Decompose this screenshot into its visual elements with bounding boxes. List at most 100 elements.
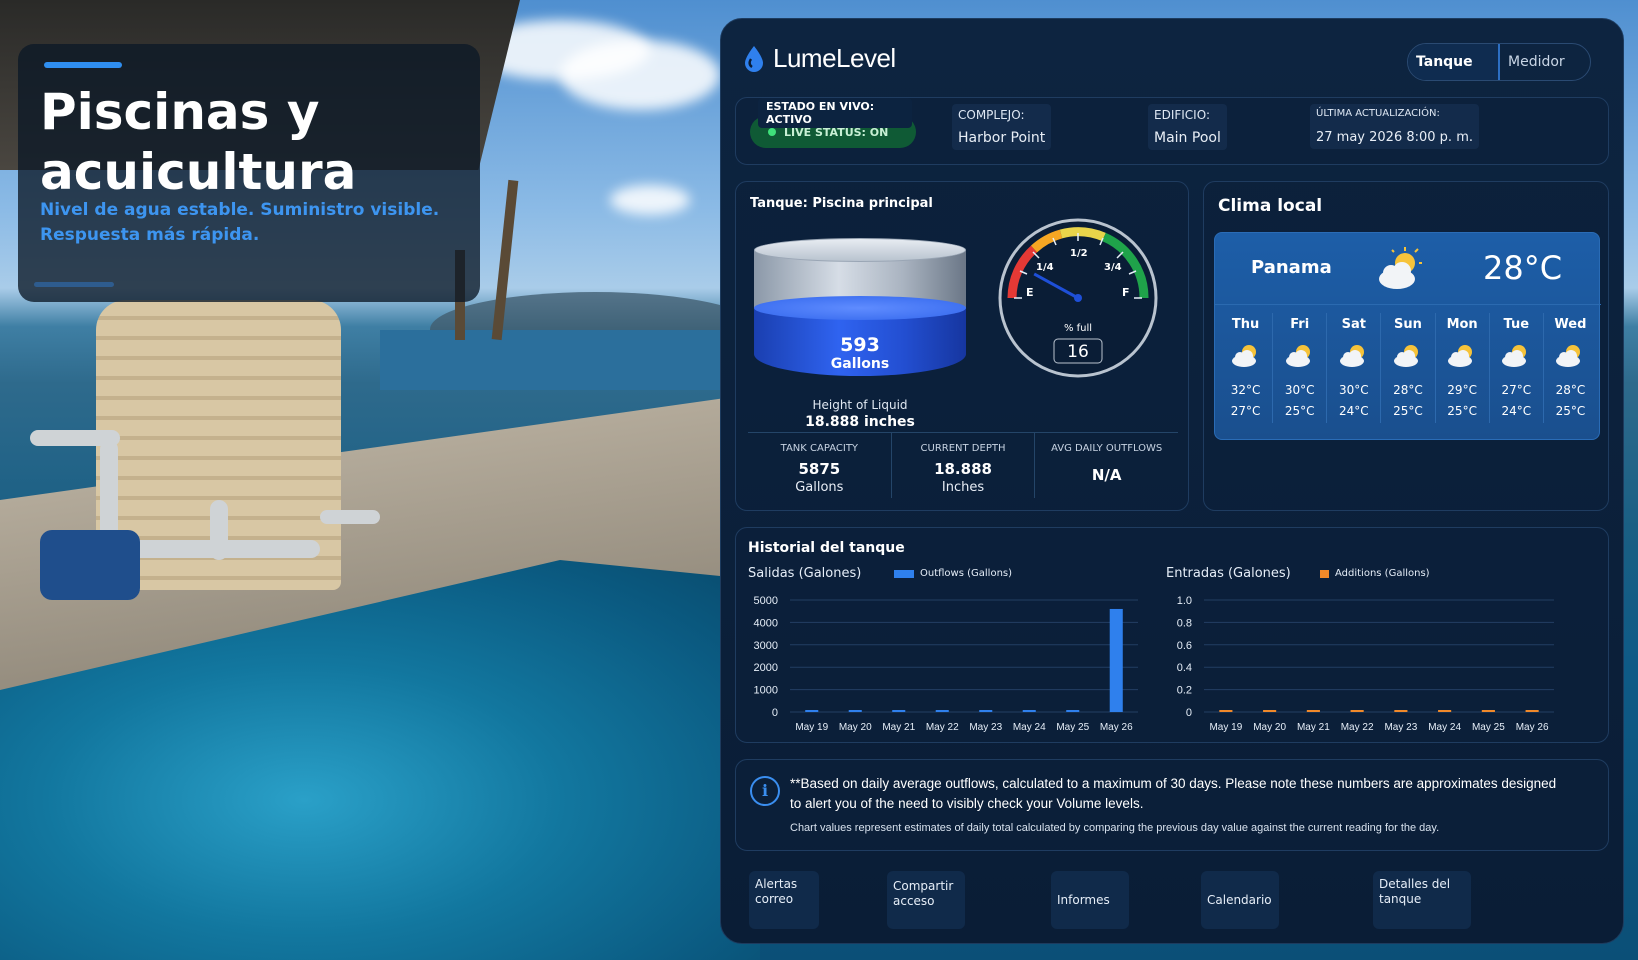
additions-chart: 0 0.2 0.4 0.6 0.8 1.0 May 19 May 20 May 21 May 22…: [1177, 595, 1554, 733]
forecast-high: 27°C: [1501, 383, 1532, 397]
outflows-x-tick: May 23: [969, 722, 1002, 733]
height-value: 18.888 inches: [805, 414, 915, 430]
partly-cloudy-icon: [1448, 345, 1473, 367]
tank-stats: TANK CAPACITY 5875 Gallons CURRENT DEPTH…: [748, 432, 1178, 498]
tank-title: Tanque: Piscina principal: [750, 196, 933, 211]
outflows-x-tick: May 25: [1056, 722, 1089, 733]
complex-value: Harbor Point: [952, 126, 1052, 150]
additions-y-tick: 0.8: [1177, 617, 1192, 629]
percent-full-label: % full: [1064, 323, 1092, 334]
hero-card: Piscinas y acuicultura Nivel de agua est…: [18, 44, 480, 302]
additions-bar: [1350, 710, 1364, 712]
partly-cloudy-icon: [1379, 247, 1422, 289]
stat-depth-unit: Inches: [941, 480, 985, 495]
forecast-high: 30°C: [1284, 383, 1315, 397]
percent-full-value: 16: [1067, 342, 1089, 362]
forecast-day-name: Sat: [1341, 317, 1367, 332]
outflows-x-tick: May 26: [1100, 722, 1133, 733]
gauge-label-f: F: [1122, 286, 1130, 299]
outflows-legend-swatch: [894, 569, 914, 578]
forecast-day: Wed 28°C 25°C: [1544, 313, 1597, 423]
outflows-y-tick: 4000: [754, 617, 778, 629]
water-drop-icon: [745, 45, 763, 72]
forecast-high: 30°C: [1339, 383, 1369, 397]
additions-bar: [1219, 710, 1233, 712]
forecast-day-name: Wed: [1554, 317, 1587, 332]
nav-reports-button[interactable]: Informes: [1051, 871, 1129, 929]
nav-calendar-button[interactable]: Calendario: [1201, 871, 1279, 929]
stat-outflows: AVG DAILY OUTFLOWS N/A: [1035, 433, 1178, 498]
additions-legend-swatch: [1320, 569, 1329, 578]
outflows-bar: [1022, 710, 1036, 712]
additions-bar: [1394, 710, 1408, 712]
note-text: **Based on daily average outflows, calcu…: [790, 776, 1557, 811]
outflows-x-tick: May 22: [926, 722, 959, 733]
outflows-x-tick: May 24: [1013, 722, 1046, 733]
outflows-x-tick: May 20: [839, 722, 872, 733]
forecast-day-name: Thu: [1231, 317, 1260, 332]
hero-subtitle: Nivel de agua estable. Suministro visibl…: [40, 200, 440, 245]
view-toggle: Tanque Medidor: [1407, 43, 1591, 81]
weather-current: Panama 28°C: [1215, 233, 1601, 305]
partly-cloudy-icon: [1231, 345, 1256, 367]
forecast-day: Thu 32°C 27°C: [1219, 313, 1274, 423]
height-label: Height of Liquid: [812, 398, 908, 412]
forecast-high: 32°C: [1230, 383, 1261, 397]
updated-meta: ÚLTIMA ACTUALIZACIÓN: 27 may 2026 8:00 p…: [1310, 104, 1479, 149]
toggle-tank[interactable]: Tanque: [1408, 44, 1498, 80]
toggle-meter[interactable]: Medidor: [1498, 44, 1590, 80]
outflows-bar: [1066, 710, 1080, 712]
outflows-y-tick: 2000: [754, 662, 778, 674]
forecast-day-name: Mon: [1446, 317, 1478, 332]
outflows-y-tick: 3000: [754, 640, 778, 652]
forecast-high: 29°C: [1447, 383, 1477, 397]
forecast-day-name: Tue: [1503, 317, 1530, 332]
stat-outflows-label: AVG DAILY OUTFLOWS: [1051, 443, 1163, 454]
nav-share-access-button[interactable]: Compartir acceso: [887, 871, 965, 929]
outflows-x-tick: May 21: [882, 722, 915, 733]
additions-bar: [1263, 710, 1277, 712]
additions-y-tick: 0.2: [1177, 685, 1192, 697]
outflows-bar: [805, 710, 819, 712]
forecast-high: 28°C: [1555, 383, 1586, 397]
updated-label: ÚLTIMA ACTUALIZACIÓN:: [1310, 104, 1479, 126]
tank-gallons-label: Gallons: [830, 356, 890, 372]
weather-temp: 28°C: [1483, 249, 1563, 287]
complex-meta: COMPLEJO: Harbor Point: [952, 104, 1052, 150]
additions-y-tick: 1.0: [1177, 595, 1192, 607]
tank-gallons: 593: [840, 334, 880, 356]
additions-y-tick: 0.4: [1177, 662, 1192, 674]
note-card: i **Based on daily average outflows, cal…: [735, 759, 1609, 851]
partly-cloudy-icon: [1285, 345, 1310, 367]
stat-depth: CURRENT DEPTH 18.888 Inches: [892, 433, 1036, 498]
outflows-bar: [979, 710, 993, 712]
forecast-low: 24°C: [1339, 404, 1369, 418]
complex-label: COMPLEJO:: [952, 104, 1052, 126]
forecast-day: Sun 28°C 25°C: [1381, 313, 1436, 423]
live-dot-icon: [768, 128, 776, 136]
forecast-day-name: Sun: [1394, 317, 1422, 332]
stat-depth-label: CURRENT DEPTH: [920, 443, 1006, 454]
outflows-bar: [1109, 608, 1123, 712]
partly-cloudy-icon: [1556, 345, 1581, 367]
building-value: Main Pool: [1148, 126, 1227, 150]
dashboard-panel: LumeLevel Tanque Medidor LIVE STATUS: ON…: [720, 18, 1624, 944]
outflows-bar: [892, 710, 906, 712]
additions-x-tick: May 22: [1341, 722, 1374, 733]
stat-capacity-label: TANK CAPACITY: [780, 443, 859, 454]
weather-card: Clima local Panama 28°C Thu 32°C 27°C Fri 30…: [1203, 181, 1609, 511]
forecast-low: 27°C: [1230, 404, 1261, 418]
outflows-y-tick: 5000: [754, 595, 778, 607]
additions-bar: [1525, 710, 1539, 712]
history-title: Historial del tanque: [748, 540, 905, 556]
nav-email-alerts-button[interactable]: Alertas correo: [749, 871, 819, 929]
forecast-low: 25°C: [1447, 404, 1477, 418]
stat-capacity-unit: Gallons: [795, 480, 844, 495]
fuel-gauge: E 1/4 1/2 3/4 F % full 16: [998, 218, 1158, 378]
hero-accent-bar: [44, 62, 122, 68]
additions-legend: Additions (Gallons): [1320, 568, 1430, 579]
outflows-bar: [848, 710, 862, 712]
nav-tank-details-button[interactable]: Detalles del tanque: [1373, 871, 1471, 929]
additions-x-tick: May 23: [1384, 722, 1417, 733]
additions-x-tick: May 19: [1209, 722, 1242, 733]
